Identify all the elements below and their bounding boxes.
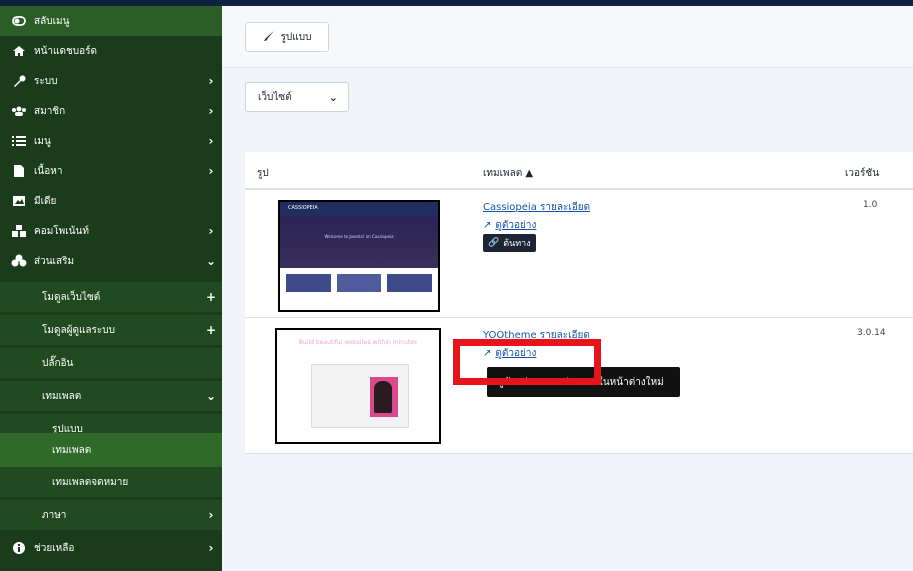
column-image: รูป — [257, 168, 269, 179]
highlight-box — [453, 339, 601, 385]
chevron-right-icon: › — [208, 224, 214, 238]
table-header: รูป เทมเพลต ▲ เวอร์ชัน — [245, 152, 913, 190]
file-icon — [6, 164, 32, 178]
yootheme-thumbnail[interactable]: Build beautiful websites within minutes — [275, 328, 441, 444]
cubes-icon — [6, 224, 32, 238]
puzzle-icon — [6, 254, 32, 268]
version-text: 3.0.14 — [857, 328, 886, 338]
sidebar-item-mail-templates[interactable]: เทมเพลตจดหมาย — [0, 467, 222, 497]
image-icon — [6, 195, 32, 207]
thumb-headline: Build beautiful websites within minutes — [298, 339, 418, 346]
sidebar-item-admin-modules[interactable]: โมดูลผู้ดูแลระบบ + — [0, 315, 222, 345]
toggle-icon — [6, 16, 32, 26]
main-content: รูปแบบ เว็บไซต์ ⌄ รูป เทมเพลต ▲ เวอร์ชัน… — [222, 6, 913, 571]
chevron-right-icon: › — [208, 164, 214, 178]
home-icon — [6, 45, 32, 57]
sidebar-item-templates-group[interactable]: เทมเพลต ⌄ — [0, 381, 222, 411]
sidebar: สลับเมนู หน้าแดชบอร์ด ระบบ › สมาชิก › เม… — [0, 6, 222, 571]
sidebar-item-templates[interactable]: เทมเพลต — [0, 433, 222, 467]
template-cassiopeia-details-link[interactable]: Cassiopeia รายละเอียด — [483, 200, 590, 215]
chevron-right-icon: › — [208, 508, 214, 522]
version-text: 1.0 — [863, 200, 878, 210]
sidebar-item-media[interactable]: มีเดีย — [0, 186, 222, 216]
sidebar-item-users[interactable]: สมาชิก › — [0, 96, 222, 126]
link-icon: 🔗 — [488, 238, 500, 248]
users-icon — [6, 105, 32, 117]
chevron-right-icon: › — [208, 104, 214, 118]
chevron-right-icon: › — [208, 541, 214, 555]
brush-icon — [263, 30, 275, 45]
sidebar-item-components[interactable]: คอมโพเน้นท์ › — [0, 216, 222, 246]
sidebar-item-extensions[interactable]: ส่วนเสริม ⌄ — [0, 246, 222, 276]
sidebar-toggle-menu[interactable]: สลับเมนู — [0, 6, 222, 36]
sidebar-item-languages[interactable]: ภาษา › — [0, 500, 222, 530]
external-link-icon: ↗ — [483, 220, 492, 231]
table-row: CASSIOPEIA Welcome to Joomla! on Cassiop… — [245, 190, 913, 318]
list-icon — [6, 135, 32, 147]
plus-icon[interactable]: + — [200, 323, 222, 337]
sidebar-item-site-modules[interactable]: โมดูลเว็บไซต์ + — [0, 282, 222, 312]
site-admin-select[interactable]: เว็บไซต์ ⌄ — [245, 82, 349, 112]
sidebar-item-menus[interactable]: เมนู › — [0, 126, 222, 156]
info-icon — [6, 541, 32, 555]
sidebar-item-dashboard[interactable]: หน้าแดชบอร์ด — [0, 36, 222, 66]
style-button[interactable]: รูปแบบ — [245, 22, 329, 52]
toolbar: รูปแบบ — [222, 6, 913, 68]
plus-icon[interactable]: + — [200, 290, 222, 304]
default-badge: 🔗 ต้นทาง — [483, 234, 536, 252]
sidebar-item-system[interactable]: ระบบ › — [0, 66, 222, 96]
templates-table: รูป เทมเพลต ▲ เวอร์ชัน CASSIOPEIA Welcom… — [245, 152, 913, 454]
sidebar-item-content[interactable]: เนื้อหา › — [0, 156, 222, 186]
thumb-laptop — [311, 364, 409, 428]
column-version: เวอร์ชัน — [845, 168, 880, 179]
sidebar-item-plugins[interactable]: ปลั๊กอิน — [0, 348, 222, 378]
column-template-sort[interactable]: เทมเพลต ▲ — [483, 166, 533, 181]
cassiopeia-thumbnail[interactable]: CASSIOPEIA Welcome to Joomla! on Cassiop… — [278, 200, 440, 312]
sidebar-item-help[interactable]: ช่วยเหลือ › — [0, 533, 222, 563]
thumb-cards — [280, 268, 438, 292]
chevron-right-icon: › — [208, 74, 214, 88]
wrench-icon — [6, 74, 32, 88]
preview-link[interactable]: ↗ ดูตัวอย่าง — [483, 218, 536, 233]
thumb-hero: Welcome to Joomla! on Cassiopeia — [280, 216, 438, 268]
thumb-title: CASSIOPEIA — [280, 202, 438, 216]
chevron-right-icon: › — [208, 134, 214, 148]
chevron-down-icon: ⌄ — [328, 91, 338, 104]
chevron-down-icon: ⌄ — [205, 254, 217, 268]
chevron-down-icon: ⌄ — [205, 389, 217, 403]
